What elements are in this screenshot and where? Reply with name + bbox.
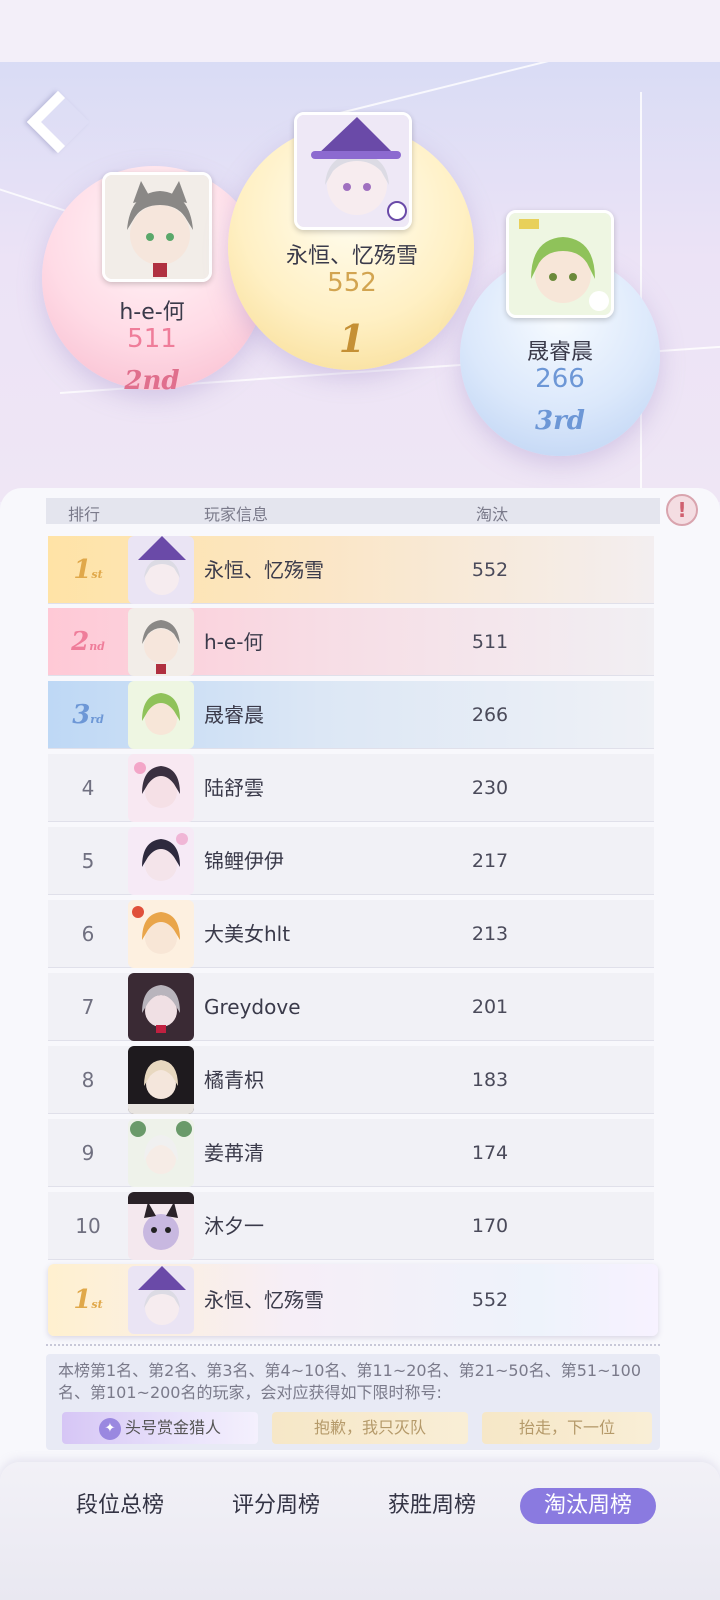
rank-cell: 9 [81,1141,95,1165]
rank-cell: 10 [75,1214,101,1238]
tab-rating-weekly[interactable]: 评分周榜 [216,1488,336,1524]
rank-cell: 8 [81,1068,95,1092]
col-rank-header: 排行 [68,505,101,524]
table-row[interactable]: 6 大美女hlt 213 [48,900,654,968]
status-bar-area [0,0,720,62]
player-avatar[interactable] [128,900,194,968]
player-name: 沐夕一 [204,1214,264,1238]
table-row[interactable]: 3rd 晟睿晨 266 [48,681,654,749]
player-avatar[interactable] [128,536,194,604]
player-name: 陆舒雲 [204,776,264,800]
bottom-nav: 段位总榜 评分周榜 获胜周榜 淘汰周榜 [0,1462,720,1600]
notice-text: 本榜第1名、第2名、第3名、第4~10名、第11~20名、第21~50名、第51… [58,1361,642,1402]
rank-cell: 6 [81,922,95,946]
my-score: 552 [471,1289,509,1311]
podium-first-avatar[interactable] [294,112,412,230]
table-row[interactable]: 1st 永恒、忆殇雪 552 [48,536,654,604]
title-badge-third[interactable]: 抬走，下一位 [482,1412,652,1444]
medal-icon: ✦ [98,1417,121,1440]
my-rank-row[interactable]: 1st 永恒、忆殇雪 552 [48,1264,658,1336]
player-name: Greydove [204,995,301,1019]
player-avatar[interactable] [128,973,194,1041]
podium-second-avatar[interactable] [102,172,212,282]
rank-cell: 7 [81,995,95,1019]
player-score: 266 [471,704,509,726]
tab-elim-weekly[interactable]: 淘汰周榜 [520,1488,656,1524]
col-score-header: 淘汰 [476,505,509,524]
rank-cell: 5 [81,849,95,873]
col-player-header: 玩家信息 [204,505,269,524]
player-name: 姜苒清 [204,1141,264,1165]
player-score: 552 [471,559,509,581]
reward-notice: 本榜第1名、第2名、第3名、第4~10名、第11~20名、第21~50名、第51… [46,1354,660,1450]
table-header: 排行 玩家信息 淘汰 [46,498,660,524]
table-row[interactable]: 2nd h-e-何 511 [48,608,654,676]
info-icon[interactable]: ! [666,494,698,526]
player-name: 永恒、忆殇雪 [204,558,324,582]
player-avatar[interactable] [128,754,194,822]
title-badge-label: 头号赏金猎人 [124,1418,221,1437]
back-button[interactable] [28,90,98,152]
player-name: 橘青枳 [204,1068,264,1092]
podium-third-name: 晟睿晨 [526,340,593,365]
player-avatar[interactable] [128,1046,194,1114]
table-row[interactable]: 9 姜苒清 174 [48,1119,654,1187]
player-score: 174 [471,1142,509,1164]
title-badge-first[interactable]: ✦ 头号赏金猎人 [62,1412,258,1444]
table-row[interactable]: 4 陆舒雲 230 [48,754,654,822]
podium-first-rank-mark: 1 [338,316,366,361]
player-score: 217 [471,850,509,872]
table-row[interactable]: 8 橘青枳 183 [48,1046,654,1114]
rank-cell: 1st [73,555,103,585]
my-name: 永恒、忆殇雪 [204,1288,324,1312]
player-avatar[interactable] [128,1192,194,1260]
divider [46,1344,660,1346]
player-score: 170 [471,1215,509,1237]
podium-third-rank-mark: 3rd [535,406,585,436]
podium-first-name: 永恒、忆殇雪 [285,244,418,269]
title-badge-second[interactable]: 抱歉，我只灭队 [272,1412,468,1444]
rank-cell: 2nd [71,627,105,657]
player-score: 230 [471,777,509,799]
player-name: 晟睿晨 [204,703,264,727]
tab-rank-total[interactable]: 段位总榜 [60,1488,180,1524]
player-avatar[interactable] [128,681,194,749]
player-score: 201 [471,996,509,1018]
my-rank-cell: 1st [73,1285,103,1315]
player-score: 183 [471,1069,509,1091]
table-row[interactable]: 5 锦鲤伊伊 217 [48,827,654,895]
rank-cell: 3rd [72,700,104,730]
podium-first-score: 552 [327,268,377,298]
table-row[interactable]: 10 沐夕一 170 [48,1192,654,1260]
player-name: h-e-何 [204,630,264,654]
podium-second-rank-mark: 2nd [124,366,180,396]
player-score: 213 [471,923,509,945]
player-name: 大美女hlt [204,922,291,946]
player-name: 锦鲤伊伊 [204,849,284,873]
podium-third-score: 266 [535,364,585,394]
podium-third-avatar[interactable] [506,210,614,318]
rank-cell: 4 [81,776,95,800]
table-row[interactable]: 7 Greydove 201 [48,973,654,1041]
player-avatar[interactable] [128,608,194,676]
player-avatar[interactable] [128,827,194,895]
tab-wins-weekly[interactable]: 获胜周榜 [372,1488,492,1524]
player-avatar[interactable] [128,1119,194,1187]
player-score: 511 [471,631,509,653]
my-avatar[interactable] [128,1266,194,1334]
